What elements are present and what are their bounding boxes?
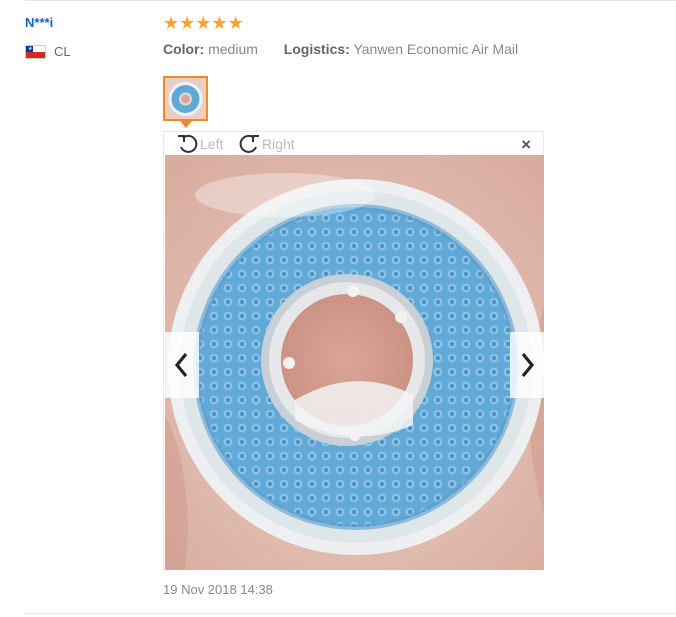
star-icon: ★ (211, 13, 228, 33)
rotate-right-label: Right (262, 136, 295, 152)
photo-viewer: Left Right × (163, 131, 544, 570)
rotate-left-button[interactable]: Left (176, 133, 223, 155)
reviewer-country: ★ CL (25, 44, 71, 59)
review-photo-thumbnail[interactable] (163, 76, 208, 121)
rotate-left-icon (178, 134, 198, 153)
star-rating: ★ ★ ★ ★ ★ (163, 13, 244, 33)
country-code: CL (54, 44, 71, 59)
rotate-left-label: Left (200, 136, 224, 152)
top-divider (25, 0, 676, 1)
color-value: medium (208, 41, 258, 57)
thumbnail-selected-caret (180, 121, 192, 128)
rotate-right-icon (239, 134, 259, 153)
next-photo-button[interactable] (510, 332, 544, 398)
review-photo (165, 155, 544, 570)
logistics-label: Logistics: (283, 41, 350, 57)
previous-photo-button[interactable] (165, 332, 199, 398)
bottom-divider (25, 613, 676, 614)
chile-flag-icon: ★ (25, 44, 46, 59)
viewer-toolbar: Left Right × (164, 132, 543, 155)
close-icon[interactable]: × (521, 136, 531, 153)
review-meta: Color: medium Logistics: Yanwen Economic… (163, 41, 518, 57)
chevron-right-icon (521, 352, 535, 378)
review-date: 19 Nov 2018 14:38 (163, 582, 273, 597)
logistics-value: Yanwen Economic Air Mail (353, 41, 519, 57)
star-icon: ★ (227, 13, 244, 33)
rotate-right-button[interactable]: Right (236, 133, 295, 155)
star-icon: ★ (195, 13, 212, 33)
reviewer-name[interactable]: N***i (25, 15, 53, 30)
color-label: Color: (163, 41, 205, 57)
chevron-left-icon (174, 352, 188, 378)
star-icon: ★ (179, 13, 196, 33)
star-icon: ★ (163, 13, 180, 33)
